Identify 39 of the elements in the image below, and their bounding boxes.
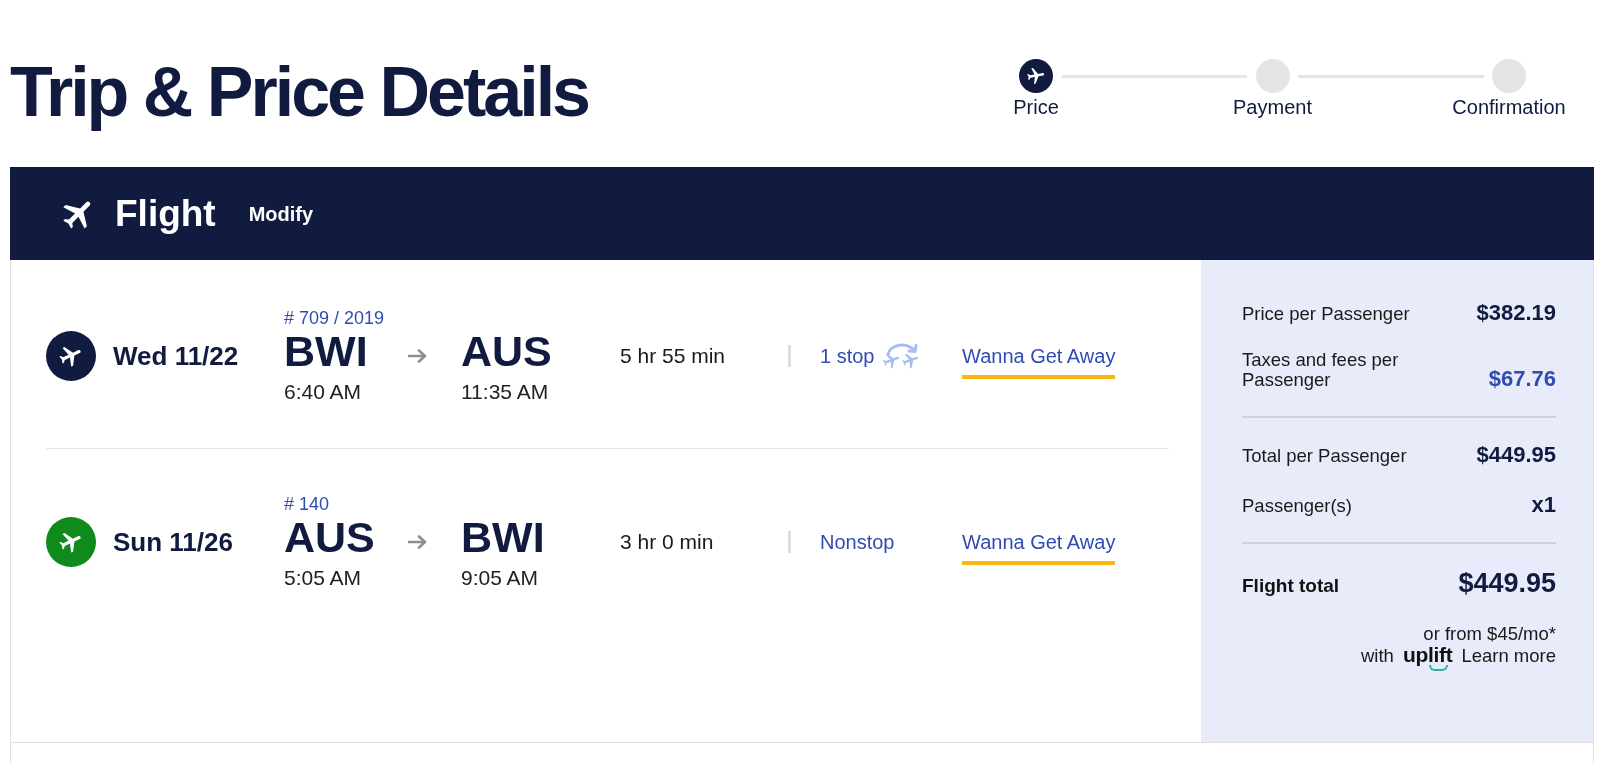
learn-more-link[interactable]: Learn more [1461,645,1556,666]
total-price: $449.95 [1458,568,1556,599]
financing-offer: or from $45/mo* [1423,623,1556,644]
step-label: Price [1013,96,1059,118]
flight-number-link[interactable]: # 140 [284,494,330,514]
price-label: Taxes and fees per Passenger [1242,350,1400,390]
airport-code: AUS [461,329,552,373]
price-value: $449.95 [1476,442,1556,468]
section-title: Flight [115,192,216,235]
fare-link[interactable]: Wanna Get Away [962,531,1116,565]
step-label: Confirmation [1452,96,1566,118]
price-value: x1 [1531,492,1556,518]
uplift-logo: uplift [1402,644,1453,671]
flight-date: Wed 11/22 [113,340,239,371]
price-label: Passenger(s) [1242,496,1352,516]
airport-code: BWI [284,329,368,373]
arrival-time: 11:35 AM [461,379,549,404]
fare-link[interactable]: Wanna Get Away [962,344,1116,379]
departure-time: 6:40 AM [284,379,362,404]
step-label: Payment [1233,96,1312,118]
arrival-time: 9:05 AM [461,566,539,590]
modify-link[interactable]: Modify [248,201,314,226]
stops-link[interactable]: 1 stop [820,344,875,367]
price-label: Total per Passenger [1242,446,1407,466]
flight-number-link[interactable]: # 709 / 2019 [284,307,385,328]
airport-code: AUS [284,516,375,559]
arrow-icon [408,348,428,363]
total-label: Flight total [1242,575,1340,597]
arrow-icon [408,535,428,549]
flight-duration: 5 hr 55 min [620,343,726,367]
flight-duration: 3 hr 0 min [620,530,714,553]
price-value: $382.19 [1476,300,1556,326]
stops-link[interactable]: Nonstop [820,531,895,553]
airport-code: BWI [461,516,545,559]
price-value[interactable]: $67.76 [1488,366,1556,392]
financing-text: with [1360,645,1394,666]
flight-date: Sun 11/26 [113,527,233,557]
price-label: Price per Passenger [1242,304,1410,324]
departure-time: 5:05 AM [284,566,362,590]
